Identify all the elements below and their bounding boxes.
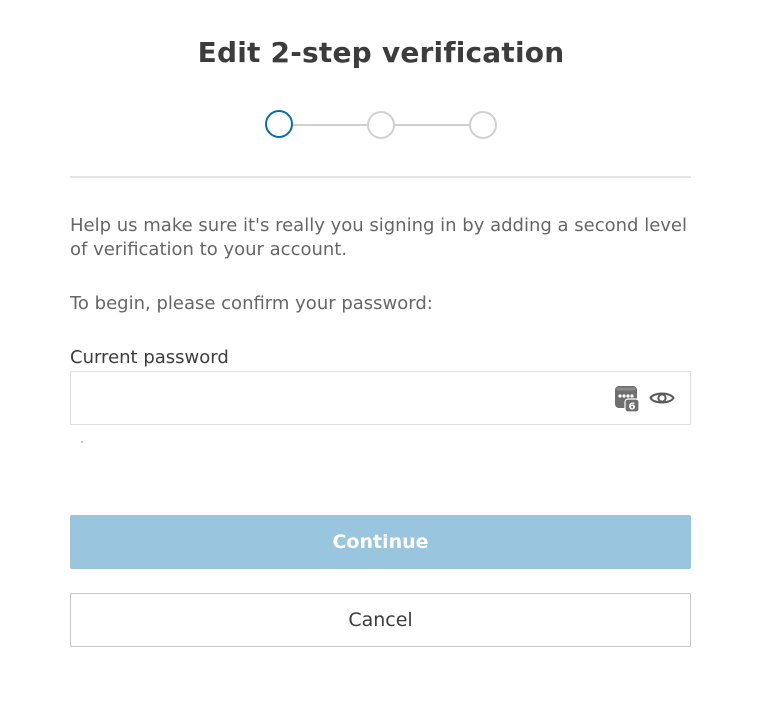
step-connector bbox=[292, 124, 368, 126]
intro-text: Help us make sure it's really you signin… bbox=[70, 215, 687, 260]
current-password-label: Current password bbox=[70, 347, 229, 368]
current-password-input[interactable] bbox=[81, 380, 605, 416]
password-manager-icon[interactable]: 6 bbox=[615, 386, 639, 412]
progress-stepper bbox=[0, 0, 778, 160]
divider bbox=[70, 176, 691, 178]
confirm-password-prompt: To begin, please confirm your password: bbox=[70, 293, 433, 314]
step-3-indicator bbox=[469, 111, 497, 139]
password-manager-badge: 6 bbox=[629, 402, 636, 413]
validation-indicator bbox=[81, 441, 83, 443]
cancel-button[interactable]: Cancel bbox=[70, 593, 691, 647]
eye-icon[interactable] bbox=[649, 389, 675, 407]
step-1-indicator bbox=[265, 110, 293, 138]
step-2-indicator bbox=[367, 111, 395, 139]
continue-button[interactable]: Continue bbox=[70, 515, 691, 569]
current-password-field-container: 6 bbox=[70, 371, 691, 425]
step-connector bbox=[394, 124, 470, 126]
